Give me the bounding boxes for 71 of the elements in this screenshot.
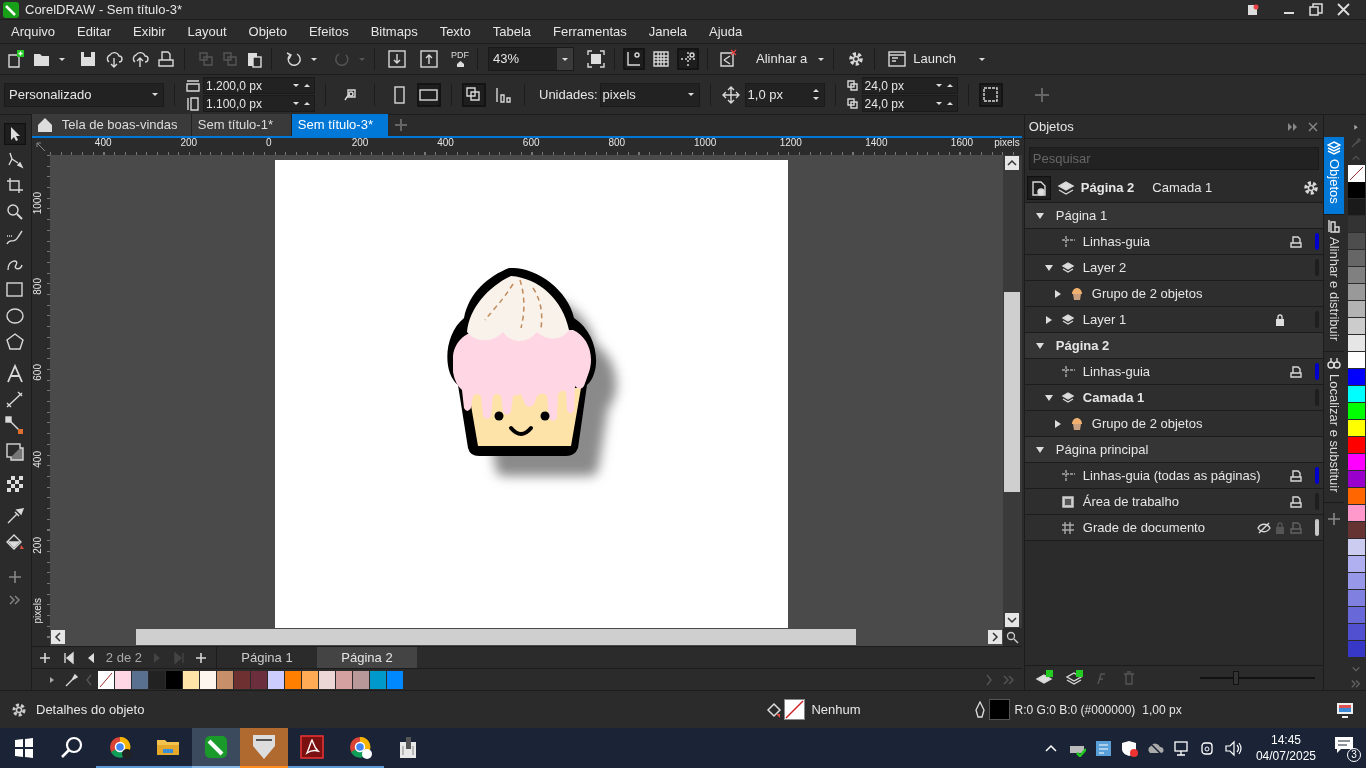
ruler-label: 200	[351, 138, 369, 148]
ruler-label: 800	[608, 138, 626, 148]
layer-tree-item[interactable]: Layer 1	[1082, 309, 1127, 330]
document-tab[interactable]: Sem título-3*	[291, 114, 388, 136]
grid-tree-item[interactable]: Grade de documento	[1082, 517, 1205, 538]
outline-width-value: 1,00 px	[1142, 701, 1182, 719]
fill-value: Nenhum	[811, 700, 861, 719]
current-layer-label: Camada 1	[1152, 178, 1213, 197]
ruler-label: 1000	[694, 138, 717, 148]
ruler-label: 800	[32, 278, 43, 295]
zoom-dropdown[interactable]: 43%	[488, 47, 574, 71]
outline-color-value: R:0 G:0 B:0 (#000000)	[1014, 701, 1136, 719]
ruler-label: 600	[32, 364, 43, 382]
clock[interactable]: 14:45 04/07/2025	[1255, 732, 1316, 764]
group-tree-item[interactable]: Grupo de 2 objetos	[1091, 283, 1203, 304]
document-tab[interactable]: Tela de boas-vindas	[31, 114, 192, 136]
menu-item[interactable]: Bitmaps	[359, 21, 429, 42]
layer-tree-item[interactable]: Layer 2	[1082, 257, 1127, 278]
ruler-label: 0	[266, 138, 272, 148]
ruler-unit-label: pixels	[32, 598, 43, 624]
ruler-label: 400	[437, 138, 454, 148]
nudge-field[interactable]: 1,0 px	[744, 82, 825, 107]
menu-item[interactable]: Texto	[428, 21, 482, 42]
ruler-label: 1600	[950, 138, 974, 148]
duplicate-y-field[interactable]: 24,0 px	[861, 95, 958, 112]
menu-item[interactable]: Ferramentas	[542, 21, 638, 42]
ruler-label: 1200	[779, 138, 802, 148]
layer-tree-item[interactable]: Camada 1	[1082, 387, 1145, 408]
window-title: CorelDRAW - Sem título-3*	[25, 0, 182, 19]
desktop-tree-item[interactable]: Área de trabalho	[1082, 491, 1179, 512]
document-tab[interactable]: Sem título-1*	[191, 114, 292, 136]
side-panel-tab[interactable]: Objetos	[1323, 137, 1344, 215]
page-width-field[interactable]: 1.200,0 px	[203, 77, 315, 94]
page-tree-item[interactable]: Página 2	[1055, 335, 1110, 356]
page-preset-dropdown[interactable]: Personalizado	[4, 82, 164, 107]
panel-title: Objetos	[1028, 117, 1074, 136]
guidelines-tree-item[interactable]: Linhas-guia	[1082, 361, 1151, 382]
page-tab[interactable]: Página 2	[317, 647, 417, 668]
object-details-label[interactable]: Detalhes do objeto	[36, 699, 145, 720]
ruler-label: 200	[180, 138, 198, 148]
page-tree-item[interactable]: Página 1	[1055, 205, 1108, 226]
units-dropdown[interactable]: pixels	[599, 82, 700, 107]
page-counter: 2 de 2	[105, 648, 142, 667]
search-field[interactable]: Pesquisar	[1028, 147, 1320, 170]
ruler-unit-label: pixels	[994, 138, 1020, 148]
menu-item[interactable]: Layout	[176, 21, 238, 42]
ruler-label: 1000	[32, 192, 43, 215]
notification-count-badge: 3	[1347, 748, 1361, 762]
current-page-label: Página 2	[1080, 178, 1135, 197]
ruler-label: 600	[522, 138, 540, 148]
menu-item[interactable]: Arquivo	[0, 21, 67, 42]
ruler-label: 1400	[865, 138, 888, 148]
publish-pdf-button[interactable]: PDF	[451, 50, 469, 68]
align-to-dropdown[interactable]: Alinhar a	[756, 49, 826, 69]
menu-item[interactable]: Editar	[66, 21, 123, 42]
ruler-label: 400	[94, 138, 112, 148]
guidelines-tree-item[interactable]: Linhas-guia (todas as páginas)	[1082, 465, 1261, 486]
units-label: Unidades:	[539, 85, 598, 104]
menu-item[interactable]: Efeitos	[297, 21, 360, 42]
guidelines-tree-item[interactable]: Linhas-guia	[1082, 231, 1151, 252]
menu-item[interactable]: Ajuda	[698, 21, 754, 42]
page-height-field[interactable]: 1.100,0 px	[203, 95, 315, 112]
menu-item[interactable]: Janela	[637, 21, 699, 42]
menu-item[interactable]: Exibir	[122, 21, 177, 42]
ruler-label: 400	[32, 450, 43, 468]
menu-item[interactable]: Objeto	[237, 21, 298, 42]
ruler-label: 200	[32, 536, 43, 554]
group-tree-item[interactable]: Grupo de 2 objetos	[1091, 413, 1203, 434]
launch-dropdown[interactable]: Launch	[887, 49, 986, 69]
menu-item[interactable]: Tabela	[481, 21, 543, 42]
duplicate-x-field[interactable]: 24,0 px	[861, 77, 958, 94]
